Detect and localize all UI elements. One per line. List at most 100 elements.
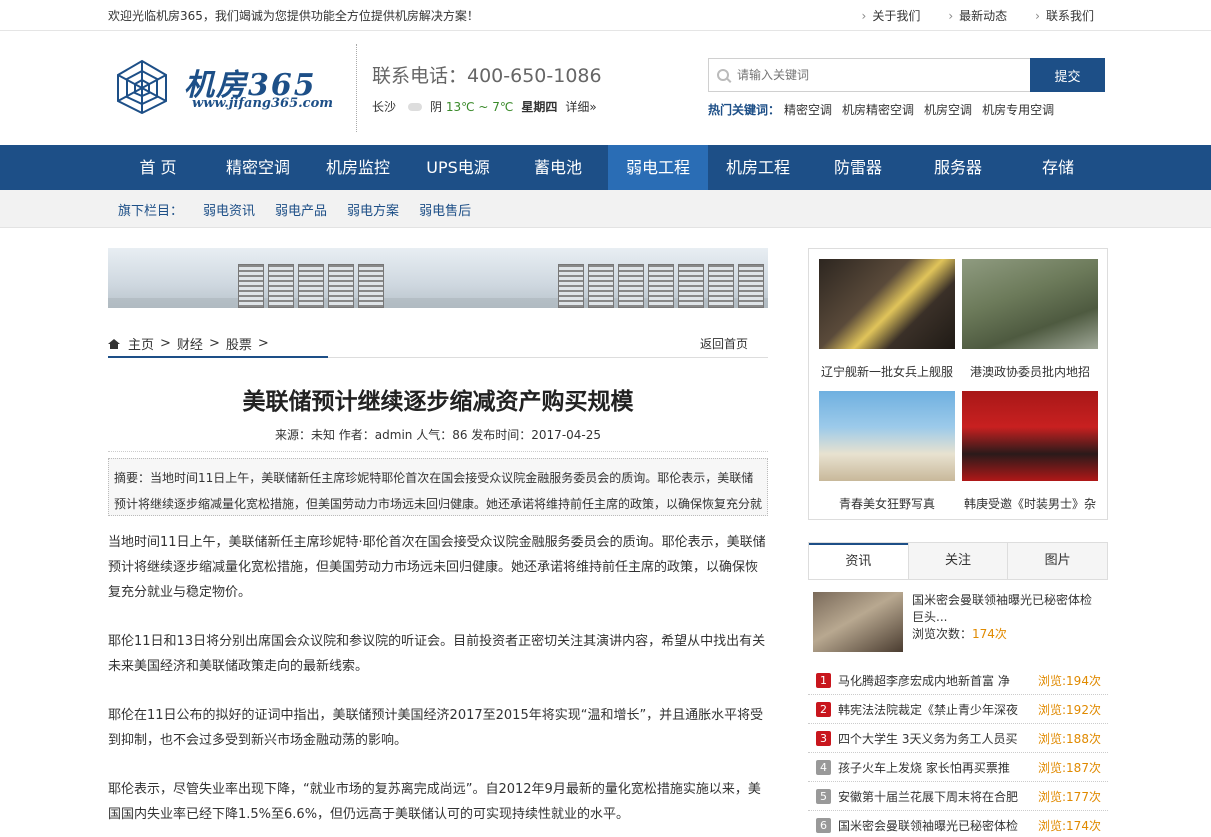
photo-caption: 青春美女狂野写真 <box>838 497 935 511</box>
hot-keywords-label: 热门关键词： <box>708 103 781 117</box>
breadcrumb-stocks[interactable]: 股票 <box>226 334 252 353</box>
rank-title: 马化腾超李彦宏成内地新首富 净 <box>838 673 1010 688</box>
rank-number-badge: 2 <box>816 701 831 717</box>
news-tabs-box: 资讯 关注 图片 国米密会曼联领袖曝光已秘密体检 巨头... 浏览次数：174次… <box>808 542 1108 837</box>
hot-keyword[interactable]: 机房精密空调 <box>842 101 914 118</box>
photo-item[interactable]: 韩庚受邀《时装男士》杂 <box>962 391 1098 523</box>
sub-nav-item[interactable]: 弱电资讯 <box>203 200 255 219</box>
article-column: 主页 > 财经 > 股票 > 返回首页 美联储预计继续逐步缩减资产购买规模 来源… <box>108 248 768 827</box>
weather-condition: 阴 13℃ ~ 7℃ <box>430 100 514 114</box>
article-paragraph: 当地时间11日上午，美联储新任主席珍妮特·耶伦首次在国会接受众议院金融服务委员会… <box>108 535 766 600</box>
top-bar: 欢迎光临机房365，我们竭诚为您提供功能全方位提供机房解决方案！ 关于我们 最新… <box>0 0 1211 31</box>
logo-url: www.jifang365.com <box>192 96 333 111</box>
back-home-link[interactable]: 返回首页 <box>700 335 748 352</box>
rank-number-badge: 5 <box>816 788 831 804</box>
breadcrumb: 主页 > 财经 > 股票 > 返回首页 <box>108 330 768 358</box>
rank-views: 浏览:187次 <box>1038 760 1101 775</box>
rank-views: 浏览:192次 <box>1038 702 1101 717</box>
photo-thumbnail <box>819 391 955 481</box>
article-summary: 摘要：当地时间11日上午，美联储新任主席珍妮特耶伦首次在国会接受众议院金融服务委… <box>108 458 768 516</box>
spiderweb-logo-icon <box>117 59 167 114</box>
ranking-item[interactable]: 4 孩子火车上发烧 家长怕再买票推 浏览:187次 <box>808 753 1108 782</box>
ranking-item[interactable]: 5 安徽第十届兰花展下周末将在合肥 浏览:177次 <box>808 782 1108 811</box>
rank-number-badge: 3 <box>816 730 831 746</box>
photo-item[interactable]: 青春美女狂野写真 <box>819 391 955 523</box>
photo-thumbnail <box>819 259 955 349</box>
sub-nav-item[interactable]: 弱电产品 <box>275 200 327 219</box>
nav-item-ups[interactable]: UPS电源 <box>408 145 508 190</box>
search-input[interactable] <box>737 68 1017 82</box>
weather-day: 星期四 <box>521 100 558 114</box>
nav-item-storage[interactable]: 存储 <box>1008 145 1108 190</box>
breadcrumb-finance[interactable]: 财经 <box>177 334 203 353</box>
tab-follow[interactable]: 关注 <box>907 543 1008 579</box>
nav-item-server[interactable]: 服务器 <box>908 145 1008 190</box>
nav-item-low-voltage[interactable]: 弱电工程 <box>608 145 708 190</box>
ranking-item[interactable]: 1 马化腾超李彦宏成内地新首富 净 浏览:194次 <box>808 666 1108 695</box>
photo-thumbnail <box>962 391 1098 481</box>
contact-phone: 联系电话：400-650-1086 <box>372 65 602 87</box>
search-icon <box>717 69 729 81</box>
hot-keyword[interactable]: 机房专用空调 <box>982 101 1054 118</box>
nav-item-monitoring[interactable]: 机房监控 <box>308 145 408 190</box>
datacenter-banner-image <box>108 248 768 308</box>
breadcrumb-home[interactable]: 主页 <box>128 334 154 353</box>
contact-link[interactable]: 联系我们 <box>1035 7 1094 24</box>
hot-keywords: 热门关键词： 精密空调 机房精密空调 机房空调 机房专用空调 <box>708 101 1054 118</box>
weather-more-link[interactable]: 详细» <box>565 98 596 115</box>
article-meta: 来源：未知 作者：admin 人气：86 发布时间：2017-04-25 <box>108 426 768 452</box>
nav-item-home[interactable]: 首 页 <box>108 145 208 190</box>
header: 机房365 www.jifang365.com 联系电话：400-650-108… <box>0 31 1211 145</box>
photo-caption: 辽宁舰新一批女兵上舰服 <box>820 365 953 379</box>
sub-nav-label: 旗下栏目： <box>118 203 184 219</box>
featured-news[interactable]: 国米密会曼联领袖曝光已秘密体检 巨头... 浏览次数：174次 <box>808 580 1108 656</box>
rank-number-badge: 1 <box>816 672 831 688</box>
hot-keyword[interactable]: 机房空调 <box>924 101 972 118</box>
photo-item[interactable]: 辽宁舰新一批女兵上舰服 <box>819 259 955 391</box>
photo-item[interactable]: 港澳政协委员批内地招 <box>962 259 1098 391</box>
search-submit-button[interactable]: 提交 <box>1030 58 1105 92</box>
about-link[interactable]: 关于我们 <box>862 7 920 24</box>
sub-nav-item[interactable]: 弱电售后 <box>419 200 471 219</box>
rank-number-badge: 6 <box>816 817 831 833</box>
ranking-item[interactable]: 3 四个大学生 3天义务为务工人员买 浏览:188次 <box>808 724 1108 753</box>
nav-item-precision-ac[interactable]: 精密空调 <box>208 145 308 190</box>
rank-views: 浏览:177次 <box>1038 789 1101 804</box>
rank-title: 国米密会曼联领袖曝光已秘密体检 <box>838 818 1019 833</box>
tab-news[interactable]: 资讯 <box>809 543 908 579</box>
article-paragraph: 耶伦表示，尽管失业率出现下降，“就业市场的复苏离完成尚远”。自2012年9月最新… <box>108 782 761 822</box>
featured-title: 国米密会曼联领袖曝光已秘密体检 巨头... <box>912 593 1093 624</box>
tab-pictures[interactable]: 图片 <box>1007 543 1107 579</box>
rank-title: 孩子火车上发烧 家长怕再买票推 <box>838 760 1010 775</box>
site-logo[interactable]: 机房365 www.jifang365.com <box>114 58 333 116</box>
article-paragraph: 耶伦在11日公布的拟好的证词中指出，美联储预计美国经济2017至2015年将实现… <box>108 708 764 748</box>
main-nav: 首 页 精密空调 机房监控 UPS电源 蓄电池 弱电工程 机房工程 防雷器 服务… <box>0 145 1211 190</box>
main-content: 主页 > 财经 > 股票 > 返回首页 美联储预计继续逐步缩减资产购买规模 来源… <box>0 228 1211 837</box>
featured-thumbnail <box>813 592 903 652</box>
nav-item-datacenter[interactable]: 机房工程 <box>708 145 808 190</box>
nav-item-battery[interactable]: 蓄电池 <box>508 145 608 190</box>
cloudy-icon <box>408 102 423 111</box>
ranking-item[interactable]: 6 国米密会曼联领袖曝光已秘密体检 浏览:174次 <box>808 811 1108 837</box>
rank-views: 浏览:188次 <box>1038 731 1101 746</box>
news-link[interactable]: 最新动态 <box>948 7 1007 24</box>
rank-views: 浏览:194次 <box>1038 673 1101 688</box>
article-paragraph: 耶伦11日和13日将分别出席国会众议院和参议院的听证会。目前投资者正密切关注其演… <box>108 634 766 674</box>
article-title: 美联储预计继续逐步缩减资产购买规模 <box>242 389 634 415</box>
ranking-item[interactable]: 2 韩宪法法院裁定《禁止青少年深夜 浏览:192次 <box>808 695 1108 724</box>
top-links: 关于我们 最新动态 联系我们 <box>862 7 1094 24</box>
weather-widget: 长沙 阴 13℃ ~ 7℃ 星期四 详细» <box>372 98 597 115</box>
rank-number-badge: 4 <box>816 759 831 775</box>
home-icon <box>108 338 120 349</box>
rank-title: 韩宪法法院裁定《禁止青少年深夜 <box>838 702 1019 717</box>
search-box <box>708 58 1030 92</box>
sub-nav-item[interactable]: 弱电方案 <box>347 200 399 219</box>
featured-views: 浏览次数：174次 <box>912 627 1007 641</box>
hot-keyword[interactable]: 精密空调 <box>784 101 832 118</box>
ranking-list: 1 马化腾超李彦宏成内地新首富 净浏览:194次 2 韩宪法法院裁定《禁止青少年深夜浏… <box>808 666 1108 837</box>
photo-grid: 辽宁舰新一批女兵上舰服 港澳政协委员批内地招 青春美女狂野写真 韩庚受邀《时装男… <box>808 248 1108 520</box>
news-tabs: 资讯 关注 图片 <box>808 542 1108 580</box>
nav-item-surge[interactable]: 防雷器 <box>808 145 908 190</box>
weather-city: 长沙 <box>372 100 397 114</box>
photo-thumbnail <box>962 259 1098 349</box>
